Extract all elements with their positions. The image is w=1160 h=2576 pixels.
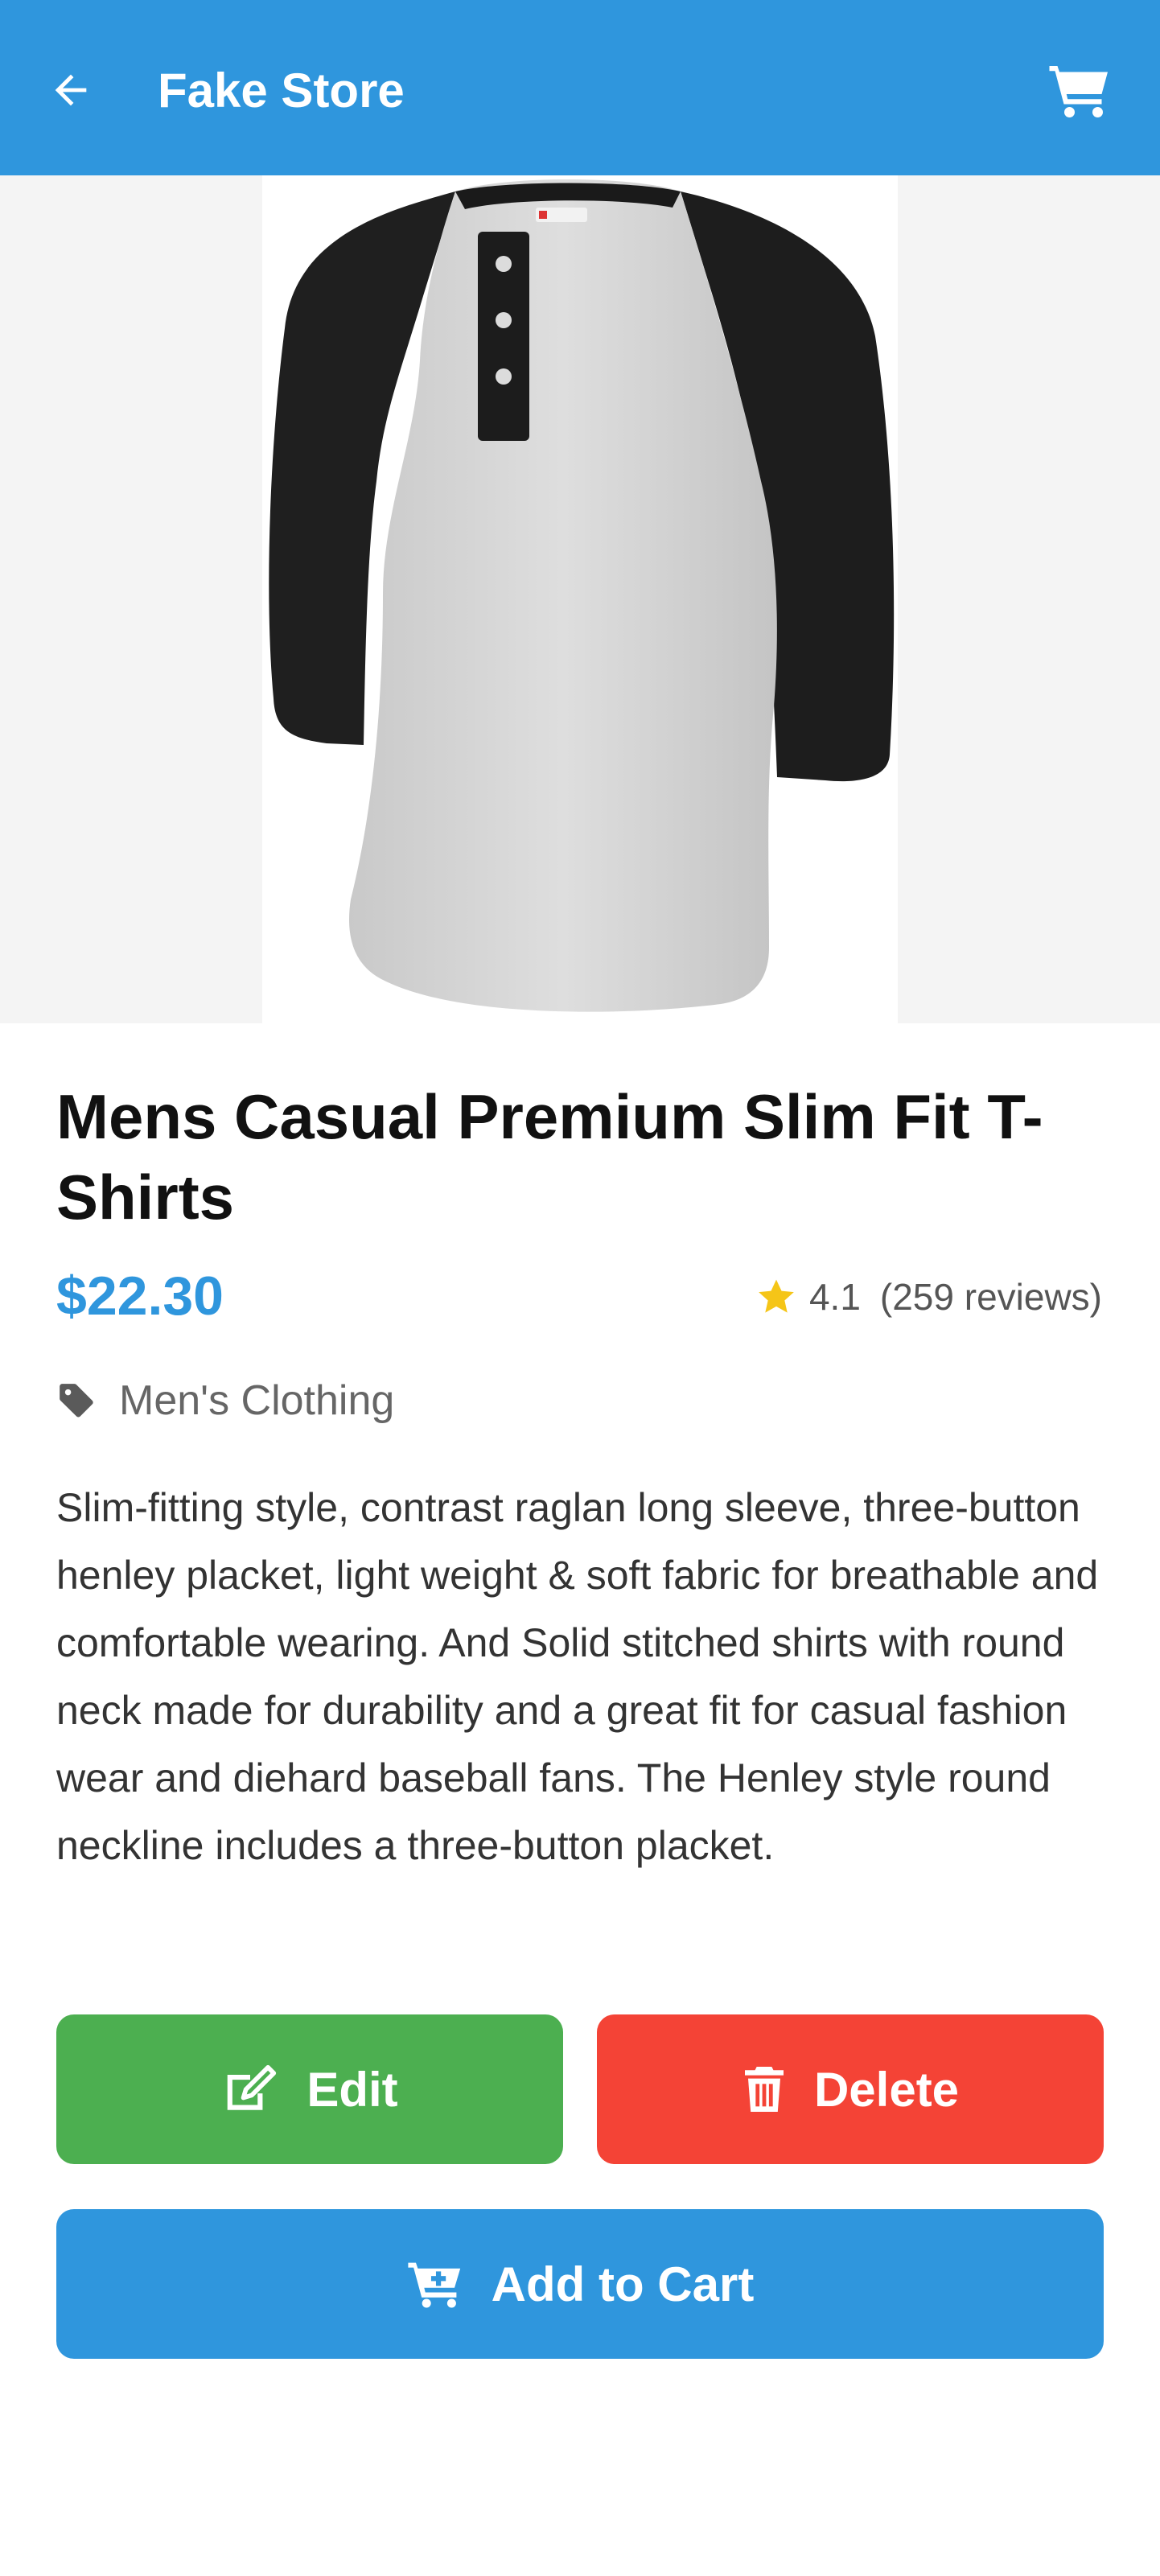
add-to-cart-label: Add to Cart: [491, 2257, 755, 2311]
app-bar: Fake Store: [0, 0, 1160, 175]
category-label: Men's Clothing: [119, 1377, 395, 1424]
product-image-area: [0, 175, 1160, 1023]
product-image: [262, 175, 898, 1023]
product-description: Slim-fitting style, contrast raglan long…: [56, 1485, 1099, 1868]
cart-button[interactable]: [1044, 58, 1115, 122]
tag-icon: [60, 1384, 93, 1418]
arrow-left-icon: [55, 74, 87, 106]
cart-plus-icon: [408, 2262, 460, 2308]
edit-icon: [228, 2064, 277, 2110]
product-title: Mens Casual Premium Slim Fit T-Shirts: [56, 1081, 1043, 1232]
rating-value: 4.1: [808, 1276, 861, 1318]
delete-button[interactable]: Delete: [597, 2014, 1104, 2164]
product-category: Men's Clothing: [56, 1372, 394, 1429]
edit-button-label: Edit: [306, 2062, 398, 2117]
app-title: Fake Store: [158, 64, 405, 117]
product-rating: 4.1 (259 reviews): [755, 1271, 1102, 1323]
star-icon: [759, 1279, 794, 1313]
back-button[interactable]: [45, 64, 97, 116]
edit-button[interactable]: Edit: [56, 2014, 563, 2164]
trash-icon: [744, 2067, 784, 2112]
delete-button-label: Delete: [813, 2062, 960, 2117]
shopping-cart-icon: [1049, 66, 1108, 117]
product-price: $22.30: [56, 1265, 224, 1327]
review-count: (259 reviews): [879, 1276, 1102, 1318]
add-to-cart-button[interactable]: Add to Cart: [56, 2209, 1104, 2359]
